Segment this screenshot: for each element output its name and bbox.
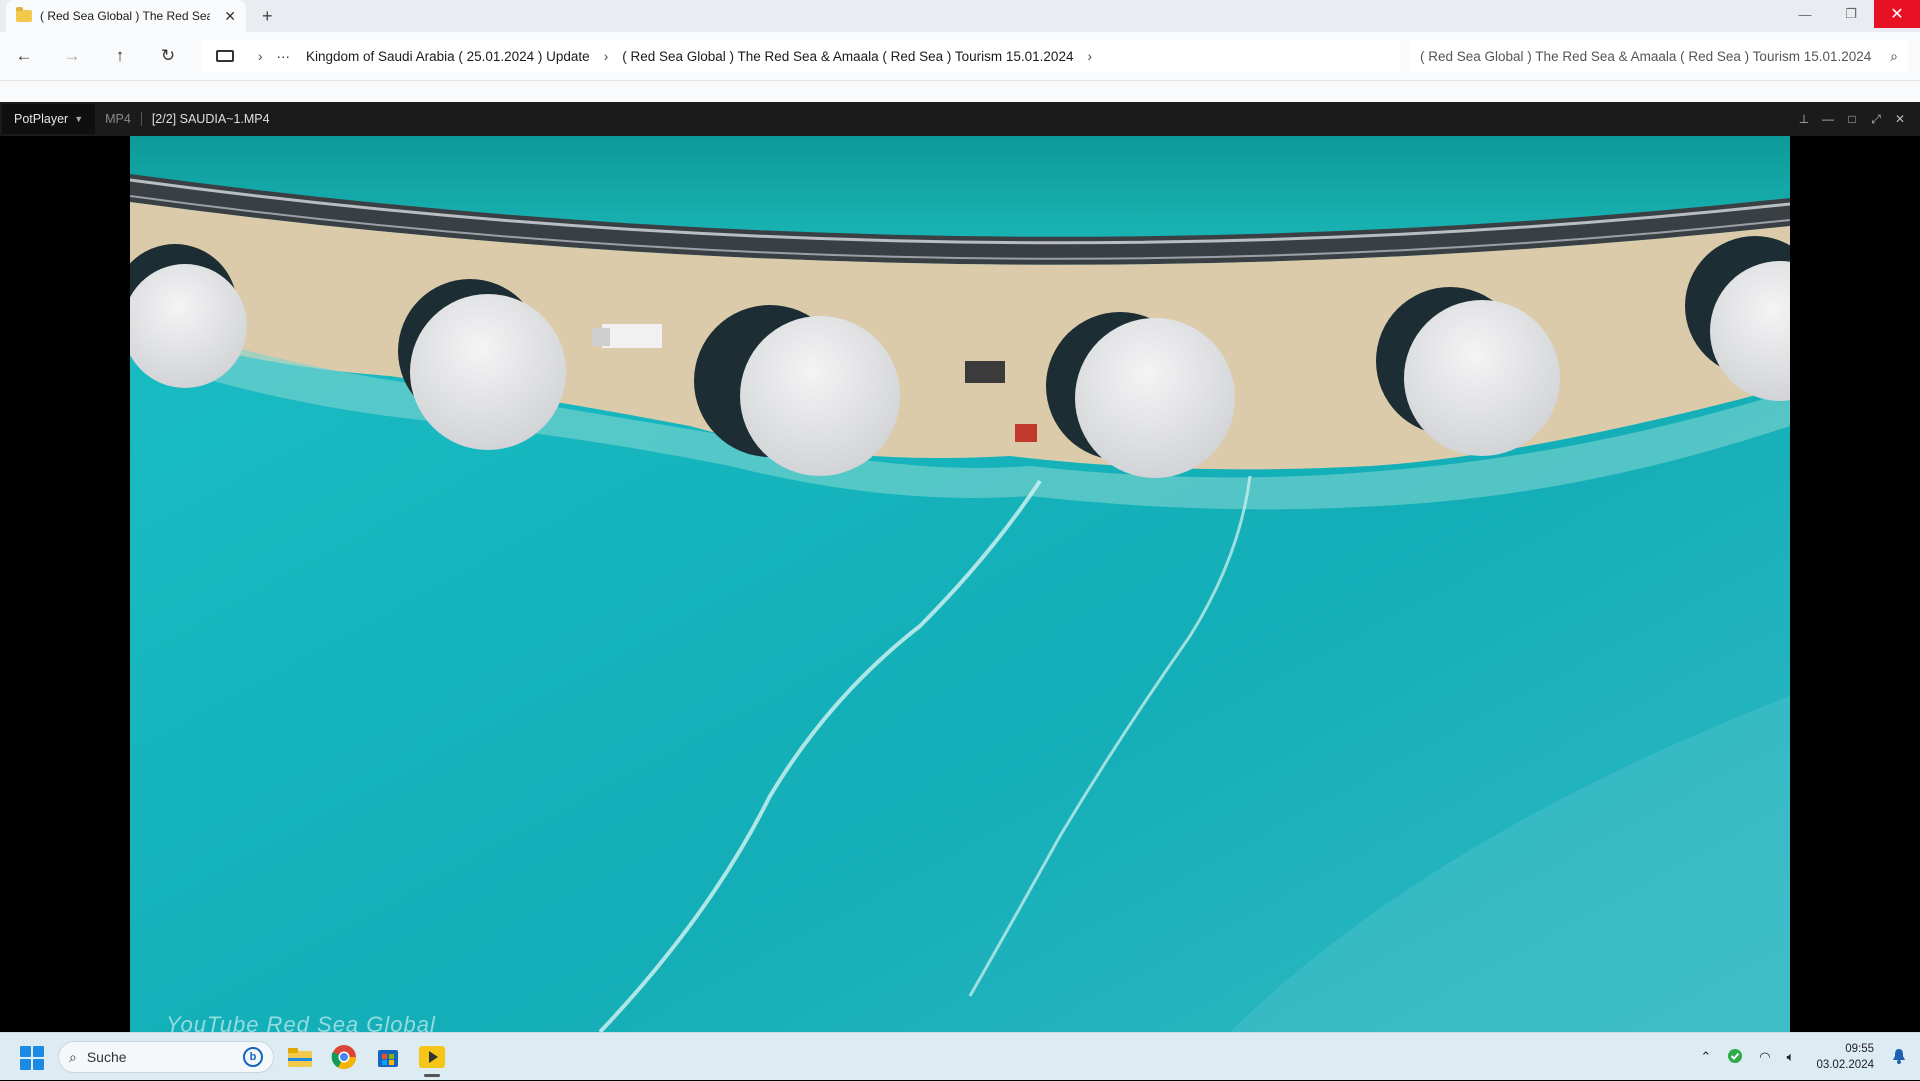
clock-date: 03.02.2024 — [1816, 1059, 1874, 1071]
breadcrumb-separator[interactable]: › — [258, 49, 263, 64]
taskbar-search[interactable]: ⌕ Suche b — [58, 1041, 274, 1073]
player-minimize-button[interactable]: — — [1816, 112, 1840, 126]
potplayer-window: PotPlayer ▼ MP4 [2/2] SAUDIA~1.MP4 ⊥ — □… — [0, 102, 1920, 1032]
explorer-search-box[interactable]: ( Red Sea Global ) The Red Sea & Amaala … — [1410, 40, 1908, 72]
breadcrumb-separator[interactable]: › — [604, 49, 609, 64]
address-bar[interactable]: › ··· Kingdom of Saudi Arabia ( 25.01.20… — [202, 40, 1400, 72]
folder-icon — [16, 7, 32, 22]
explorer-titlebar: ( Red Sea Global ) The Red Sea ✕ + — ❐ ✕ — [0, 0, 1920, 32]
windows-logo-icon — [33, 1046, 44, 1057]
search-input[interactable]: ( Red Sea Global ) The Red Sea & Amaala … — [1420, 49, 1890, 64]
taskbar: ⌕ Suche b ⌃ ◠ 🔈︎ 09:55 03.02.2024 — [0, 1032, 1920, 1080]
clock[interactable]: 09:55 03.02.2024 — [1816, 1041, 1874, 1073]
forward-button[interactable]: → — [48, 46, 96, 66]
bing-icon[interactable]: b — [243, 1047, 263, 1067]
potplayer-menu-button[interactable]: PotPlayer ▼ — [2, 104, 96, 134]
taskbar-search-placeholder[interactable]: Suche — [87, 1049, 127, 1065]
potplayer-titlebar: PotPlayer ▼ MP4 [2/2] SAUDIA~1.MP4 ⊥ — □… — [0, 102, 1920, 136]
video-frame[interactable]: YouTube Red Sea Global — [130, 136, 1790, 1032]
chevron-down-icon: ▼ — [74, 114, 84, 124]
breadcrumb-more[interactable]: ··· — [277, 49, 291, 64]
window-controls: — ❐ ✕ — [1782, 0, 1920, 32]
close-button[interactable]: ✕ — [1874, 0, 1920, 28]
explorer-command-bar — [0, 80, 1920, 102]
search-icon: ⌕ — [1890, 47, 1898, 64]
potplayer-app-name: PotPlayer — [14, 112, 69, 126]
refresh-button[interactable]: ↻ — [144, 46, 192, 66]
new-tab-button[interactable]: + — [262, 6, 273, 27]
volume-icon[interactable]: 🔈︎ — [1787, 1049, 1795, 1065]
up-button[interactable]: ↑ — [96, 46, 144, 66]
search-icon: ⌕ — [69, 1048, 77, 1065]
video-watermark: YouTube Red Sea Global — [166, 1012, 436, 1032]
notification-bell-icon[interactable] — [1892, 1048, 1906, 1067]
file-explorer-icon[interactable] — [284, 1041, 316, 1073]
tab-title: ( Red Sea Global ) The Red Sea — [40, 9, 210, 23]
wifi-icon[interactable]: ◠ — [1759, 1049, 1770, 1065]
potplayer-controls: ⊥ — □ ⤢ ✕ — [1792, 102, 1912, 136]
windows-logo-icon — [20, 1046, 31, 1057]
potplayer-taskbar-icon[interactable] — [416, 1041, 448, 1077]
pin-button[interactable]: ⊥ — [1792, 112, 1816, 126]
video-image — [130, 136, 1790, 1032]
start-button[interactable] — [20, 1046, 44, 1070]
chrome-icon[interactable] — [328, 1041, 360, 1073]
player-maximize-button[interactable]: □ — [1840, 112, 1864, 126]
clock-time: 09:55 — [1845, 1043, 1874, 1055]
breadcrumb-item-1[interactable]: Kingdom of Saudi Arabia ( 25.01.2024 ) U… — [306, 49, 590, 64]
chevron-up-icon[interactable]: ⌃ — [1700, 1049, 1711, 1065]
breadcrumb-separator[interactable]: › — [1087, 49, 1092, 64]
microsoft-store-icon[interactable] — [372, 1041, 404, 1073]
player-close-button[interactable]: ✕ — [1888, 112, 1912, 126]
windows-logo-icon — [20, 1059, 31, 1070]
explorer-navbar: ← → ↑ ↻ › ··· Kingdom of Saudi Arabia ( … — [0, 32, 1920, 80]
this-pc-icon[interactable] — [216, 50, 234, 62]
player-fullscreen-button[interactable]: ⤢ — [1864, 112, 1888, 127]
video-filename: [2/2] SAUDIA~1.MP4 — [151, 112, 270, 126]
windows-logo-icon — [33, 1059, 44, 1070]
back-button[interactable]: ← — [0, 46, 48, 66]
divider — [140, 112, 142, 126]
explorer-tab[interactable]: ( Red Sea Global ) The Red Sea ✕ — [6, 0, 246, 32]
breadcrumb-item-2[interactable]: ( Red Sea Global ) The Red Sea & Amaala … — [622, 49, 1073, 64]
restore-button[interactable]: ❐ — [1828, 0, 1874, 28]
system-tray: ⌃ ◠ 🔈︎ 09:55 03.02.2024 — [1692, 1033, 1920, 1081]
minimize-button[interactable]: — — [1782, 0, 1828, 28]
tab-close-icon[interactable]: ✕ — [224, 8, 236, 25]
video-format: MP4 — [105, 112, 131, 126]
security-icon[interactable] — [1727, 1048, 1743, 1067]
